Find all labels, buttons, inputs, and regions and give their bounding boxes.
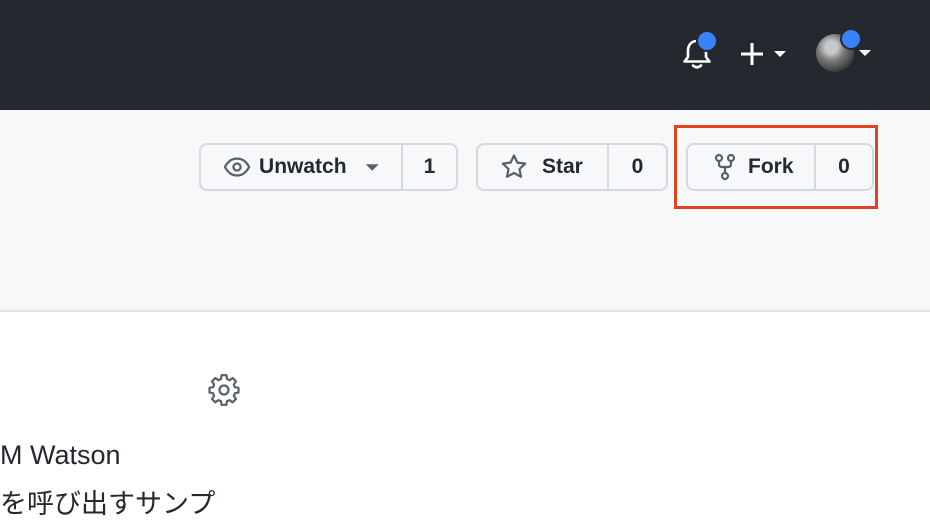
star-label: Star	[542, 155, 583, 178]
about-title: M Watson	[0, 440, 121, 470]
about-description: を呼び出すサンプ	[0, 489, 216, 519]
user-menu[interactable]	[816, 28, 876, 74]
status-indicator	[840, 28, 862, 50]
unwatch-label: Unwatch	[259, 155, 347, 178]
caret-down-icon	[365, 164, 379, 171]
star-icon	[501, 154, 527, 178]
global-header	[0, 0, 930, 110]
caret-down-icon	[859, 50, 871, 56]
stars-count[interactable]: 0	[609, 145, 666, 189]
star-button[interactable]: Star	[478, 145, 609, 189]
create-new-menu[interactable]	[738, 38, 790, 70]
watch-button-group: Unwatch 1	[199, 143, 458, 191]
notifications-button[interactable]	[680, 30, 718, 72]
about-settings-button[interactable]	[208, 374, 240, 406]
watchers-count[interactable]: 1	[403, 145, 456, 189]
fork-highlight-box	[674, 125, 878, 209]
notification-indicator	[696, 30, 718, 52]
star-button-group: Star 0	[476, 143, 668, 191]
plus-icon	[741, 43, 763, 65]
gear-icon	[208, 374, 240, 406]
unwatch-button[interactable]: Unwatch	[201, 145, 403, 189]
caret-down-icon	[774, 51, 786, 57]
eye-icon	[223, 157, 251, 177]
